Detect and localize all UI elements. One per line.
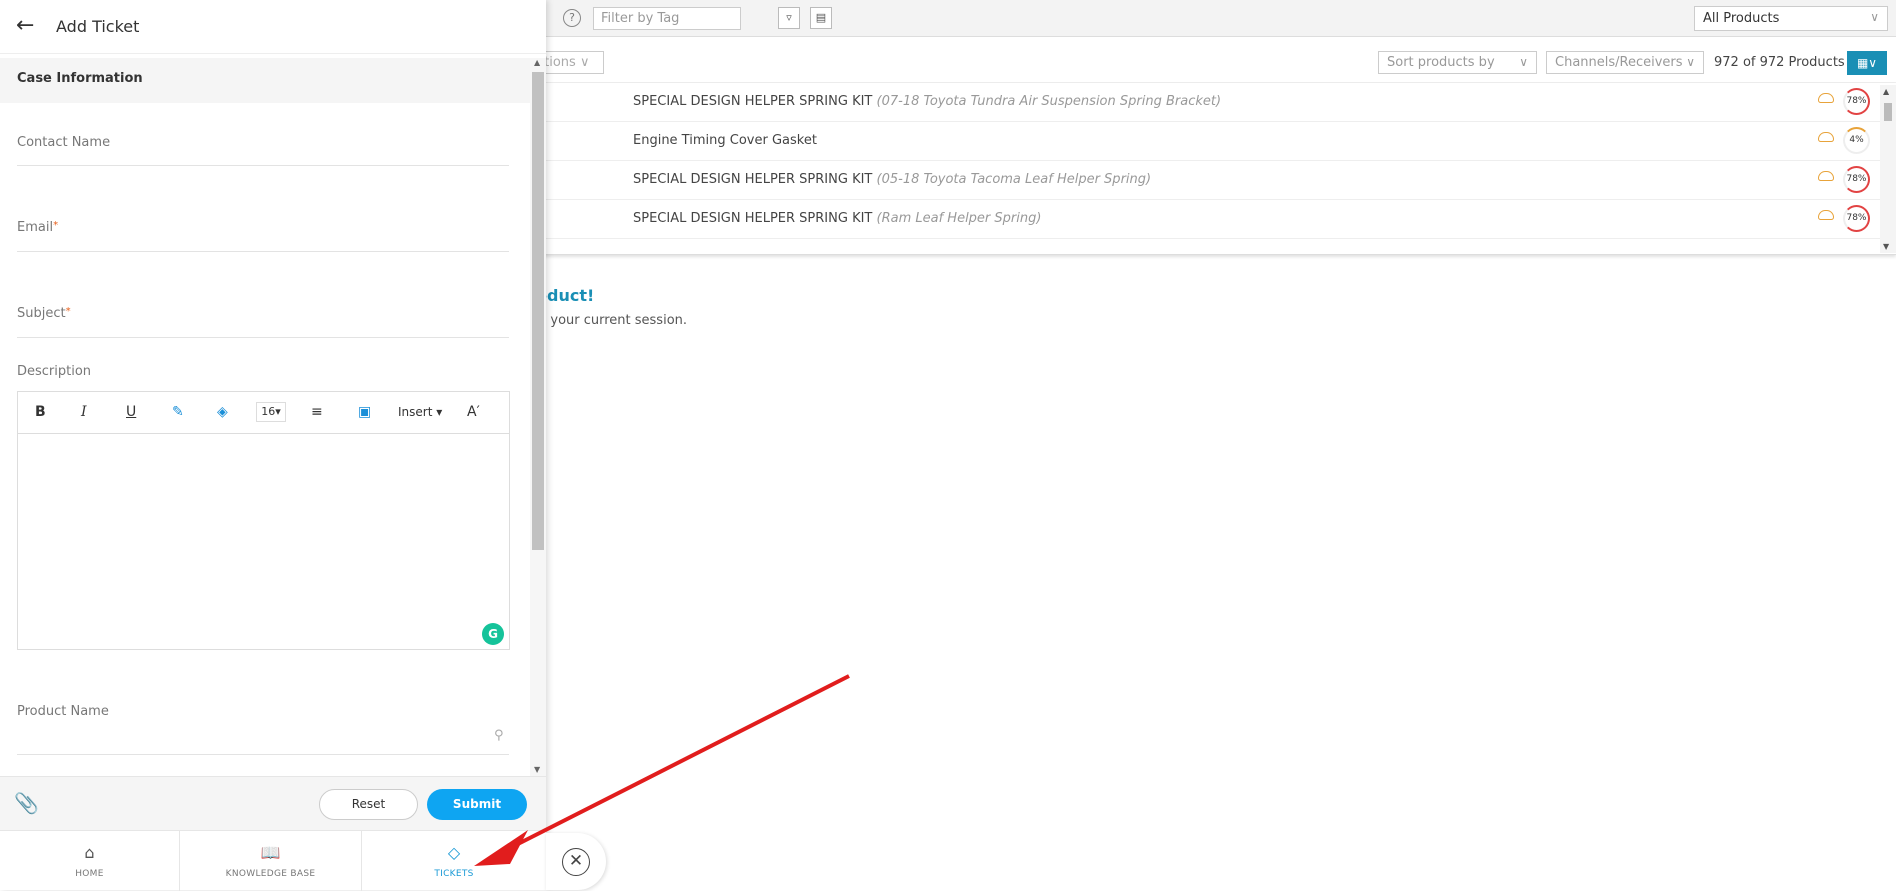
all-products-value: All Products <box>1703 11 1780 26</box>
product-title: SPECIAL DESIGN HELPER SPRING KIT <box>633 211 873 226</box>
font-size-select[interactable]: 16▾ <box>256 402 286 422</box>
score-badge: 78% <box>1843 205 1870 232</box>
home-icon: ⌂ <box>84 843 95 862</box>
cloud-icon <box>1818 210 1834 220</box>
product-title: Engine Timing Cover Gasket <box>633 133 817 148</box>
score-badge: 4% <box>1843 127 1870 154</box>
product-name: Engine Timing Cover Gasket <box>633 133 817 148</box>
back-arrow-icon[interactable]: ← <box>16 13 34 38</box>
font-size-value: 16 <box>261 405 276 418</box>
book-icon: 📖 <box>260 843 281 862</box>
add-ticket-panel: ← Add Ticket Case Information Contact Na… <box>0 0 546 891</box>
cloud-icon <box>1818 132 1834 142</box>
scroll-up-icon[interactable]: ▲ <box>1883 87 1889 96</box>
grammarly-icon[interactable]: G <box>482 623 504 645</box>
align-icon[interactable]: ≡ <box>311 404 323 420</box>
cloud-icon <box>1818 171 1834 181</box>
channels-receivers-dropdown[interactable]: Channels/Receivers ∨ <box>1546 51 1704 74</box>
filter-by-tag-input[interactable]: Filter by Tag <box>593 7 741 30</box>
section-header: Case Information <box>0 58 530 103</box>
product-title: SPECIAL DESIGN HELPER SPRING KIT <box>633 172 873 187</box>
required-mark: * <box>53 220 59 231</box>
sort-products-dropdown[interactable]: Sort products by ∨ <box>1378 51 1537 74</box>
description-label: Description <box>17 364 92 379</box>
product-note: (05-18 Toyota Tacoma Leaf Helper Spring) <box>876 172 1152 187</box>
panel-scrollbar[interactable]: ▲ ▼ <box>530 58 546 776</box>
fill-color-icon[interactable]: ◈ <box>217 404 228 420</box>
submit-button[interactable]: Submit <box>427 789 527 820</box>
chevron-down-icon: ∨ <box>1686 55 1695 69</box>
nav-knowledge-base[interactable]: 📖 KNOWLEDGE BASE <box>180 831 362 891</box>
contact-name-label: Contact Name <box>17 135 111 150</box>
insert-menu[interactable]: Insert ▾ <box>398 405 442 419</box>
email-label: Email* <box>17 220 58 235</box>
insert-label: Insert <box>398 405 433 419</box>
subject-field[interactable] <box>17 337 509 338</box>
section-title: Case Information <box>17 71 143 86</box>
product-name: SPECIAL DESIGN HELPER SPRING KIT (05-18 … <box>633 172 1151 187</box>
nav-knowledge-label: KNOWLEDGE BASE <box>225 869 316 879</box>
message-subtitle: n your current session. <box>538 313 688 328</box>
product-count: 972 of 972 Products <box>1714 55 1845 70</box>
filter-icon[interactable]: ▿ <box>778 7 800 29</box>
arrow-shaft <box>509 674 850 850</box>
panel-title: Add Ticket <box>56 17 140 36</box>
contact-name-field[interactable] <box>17 165 509 166</box>
description-editor[interactable]: B I U ✎ ◈ 16▾ ≡ ▣ Insert ▾ A′ G <box>17 391 510 650</box>
product-note: (07-18 Toyota Tundra Air Suspension Spri… <box>876 94 1222 109</box>
close-widget-button[interactable]: ✕ <box>546 833 606 890</box>
editor-toolbar: B I U ✎ ◈ 16▾ ≡ ▣ Insert ▾ A′ <box>18 392 509 434</box>
panel-footer: 📎 Reset Submit <box>0 776 546 830</box>
underline-button[interactable]: U <box>126 404 136 420</box>
product-list-scrollbar[interactable]: ▲ ▼ <box>1880 85 1896 253</box>
nav-home-label: HOME <box>75 869 104 879</box>
email-field[interactable] <box>17 251 509 252</box>
product-title: SPECIAL DESIGN HELPER SPRING KIT <box>633 94 873 109</box>
image-icon[interactable]: ▣ <box>358 404 371 420</box>
product-name-label: Product Name <box>17 704 109 719</box>
reset-button[interactable]: Reset <box>319 789 418 820</box>
scrollbar-thumb[interactable] <box>1884 103 1892 121</box>
bold-button[interactable]: B <box>35 404 46 420</box>
chevron-down-icon: ∨ <box>1519 55 1528 69</box>
sort-label: Sort products by <box>1387 55 1495 70</box>
clear-format-icon[interactable]: A′ <box>467 404 480 420</box>
all-products-select[interactable]: All Products ∨ <box>1694 6 1888 31</box>
subject-label: Subject* <box>17 306 71 321</box>
required-mark: * <box>65 306 71 317</box>
scroll-down-icon[interactable]: ▼ <box>1883 242 1889 251</box>
bottom-nav: ⌂ HOME 📖 KNOWLEDGE BASE ◇ TICKETS <box>0 830 546 891</box>
product-name: SPECIAL DESIGN HELPER SPRING KIT (07-18 … <box>633 94 1221 109</box>
search-icon[interactable]: ⚲ <box>494 728 504 743</box>
scroll-up-icon[interactable]: ▲ <box>534 58 540 67</box>
view-toggle-button[interactable]: ▦∨ <box>1847 51 1887 75</box>
close-icon: ✕ <box>562 848 590 876</box>
panel-header: ← Add Ticket <box>0 0 546 54</box>
score-badge: 78% <box>1843 166 1870 193</box>
chevron-down-icon: ∨ <box>1870 10 1879 24</box>
cloud-icon <box>1818 93 1834 103</box>
nav-tickets-label: TICKETS <box>434 869 474 879</box>
email-label-text: Email <box>17 220 54 235</box>
subject-label-text: Subject <box>17 306 66 321</box>
product-name-field[interactable] <box>17 754 509 755</box>
product-name: SPECIAL DESIGN HELPER SPRING KIT (Ram Le… <box>633 211 1041 226</box>
save-filter-icon[interactable]: ▤ <box>810 7 832 29</box>
scrollbar-thumb[interactable] <box>532 72 544 550</box>
score-badge: 78% <box>1843 88 1870 115</box>
channels-label: Channels/Receivers <box>1555 55 1683 70</box>
ticket-icon: ◇ <box>447 843 461 862</box>
nav-tickets[interactable]: ◇ TICKETS <box>362 831 546 891</box>
help-icon[interactable]: ? <box>563 9 581 27</box>
product-note: (Ram Leaf Helper Spring) <box>876 211 1042 226</box>
italic-button[interactable]: I <box>81 404 87 420</box>
attachment-icon[interactable]: 📎 <box>14 791 39 815</box>
text-color-icon[interactable]: ✎ <box>172 404 184 420</box>
scroll-down-icon[interactable]: ▼ <box>534 765 540 774</box>
nav-home[interactable]: ⌂ HOME <box>0 831 180 891</box>
